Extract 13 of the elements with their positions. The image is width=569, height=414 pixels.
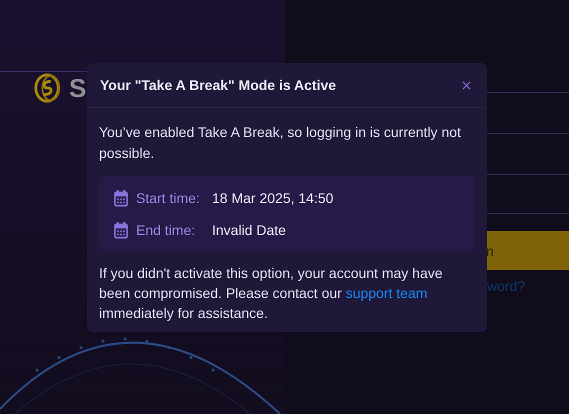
coin-logo-icon bbox=[33, 71, 63, 105]
calendar-icon bbox=[113, 222, 129, 238]
close-icon[interactable] bbox=[462, 80, 471, 90]
dialog-title: Your "Take A Break" Mode is Active bbox=[100, 77, 336, 93]
time-label: Start time: bbox=[136, 190, 201, 206]
support-link[interactable]: support team bbox=[346, 285, 428, 301]
logo-text: S bbox=[69, 72, 86, 105]
calendar-icon bbox=[113, 190, 129, 206]
time-value: Invalid Date bbox=[212, 222, 286, 238]
time-value: 18 Mar 2025, 14:50 bbox=[212, 190, 334, 206]
message-text: You’ve enabled Take A Break, so logging in is currently not possible. bbox=[99, 123, 462, 163]
note-text: If you didn't activate this option, your account may have been compromised. Please contact our support team immediately for assistance. bbox=[99, 264, 444, 323]
time-label: End time: bbox=[136, 222, 196, 238]
